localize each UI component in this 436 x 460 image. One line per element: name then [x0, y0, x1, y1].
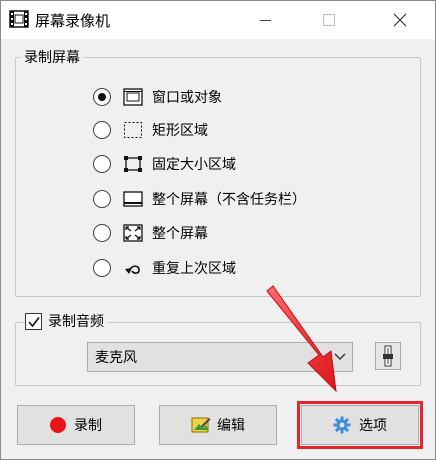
gear-icon: [333, 416, 351, 434]
radio-button[interactable]: [93, 121, 111, 139]
record-button[interactable]: 录制: [17, 405, 135, 445]
option-repeat-last[interactable]: 重复上次区域: [93, 256, 236, 280]
option-fixed-size[interactable]: 固定大小区域: [93, 152, 236, 176]
record-screen-legend: 录制屏幕: [21, 47, 83, 67]
screen-without-taskbar-icon: [123, 190, 143, 208]
fixed-size-frame-icon: [123, 155, 143, 173]
repeat-arrow-icon: [123, 259, 143, 277]
option-rectangle[interactable]: 矩形区域: [93, 118, 208, 142]
option-label: 重复上次区域: [152, 261, 236, 277]
radio-button[interactable]: [93, 88, 111, 106]
maximize-icon[interactable]: [311, 1, 357, 39]
audio-device-select[interactable]: 麦克风: [87, 342, 353, 372]
radio-button[interactable]: [93, 224, 111, 242]
option-label: 整个屏幕: [152, 226, 208, 242]
mixer-slider-icon: [376, 345, 400, 373]
minimize-icon[interactable]: [247, 1, 293, 39]
window-title: 屏幕录像机: [35, 12, 111, 30]
option-screen-no-taskbar[interactable]: 整个屏幕（不含任务栏）: [93, 187, 306, 211]
mixer-button[interactable]: [375, 342, 401, 370]
option-window[interactable]: 窗口或对象: [93, 85, 222, 109]
radio-button[interactable]: [93, 190, 111, 208]
record-button-label: 录制: [74, 418, 102, 434]
option-label: 窗口或对象: [152, 90, 222, 106]
screen-recorder-window: 屏幕录像机 录制屏幕 窗口或对象 矩形区域 固定大小区域 整个屏幕（不含任务栏）…: [0, 0, 436, 460]
radio-button[interactable]: [93, 259, 111, 277]
dashed-rectangle-icon: [123, 121, 143, 139]
options-button[interactable]: 选项: [301, 405, 419, 445]
options-button-label: 选项: [359, 418, 387, 434]
option-label: 固定大小区域: [152, 157, 236, 173]
close-icon[interactable]: [377, 1, 423, 39]
record-audio-legend: 录制音频: [48, 314, 104, 330]
edit-image-icon: [191, 416, 211, 434]
radio-button[interactable]: [93, 155, 111, 173]
chevron-down-icon[interactable]: [328, 343, 352, 371]
record-dot-icon: [50, 417, 66, 433]
edit-button[interactable]: 编辑: [159, 405, 277, 445]
option-label: 矩形区域: [152, 123, 208, 139]
audio-checkbox[interactable]: [25, 312, 42, 330]
window-icon: [123, 88, 143, 106]
title-bar[interactable]: 屏幕录像机: [1, 1, 435, 39]
audio-device-value: 麦克风: [95, 350, 137, 366]
option-label: 整个屏幕（不含任务栏）: [152, 192, 306, 208]
film-strip-icon: [9, 9, 29, 29]
fullscreen-icon: [123, 224, 143, 242]
record-audio-toggle[interactable]: 录制音频: [25, 311, 108, 331]
option-fullscreen[interactable]: 整个屏幕: [93, 221, 208, 245]
edit-button-label: 编辑: [217, 418, 245, 434]
